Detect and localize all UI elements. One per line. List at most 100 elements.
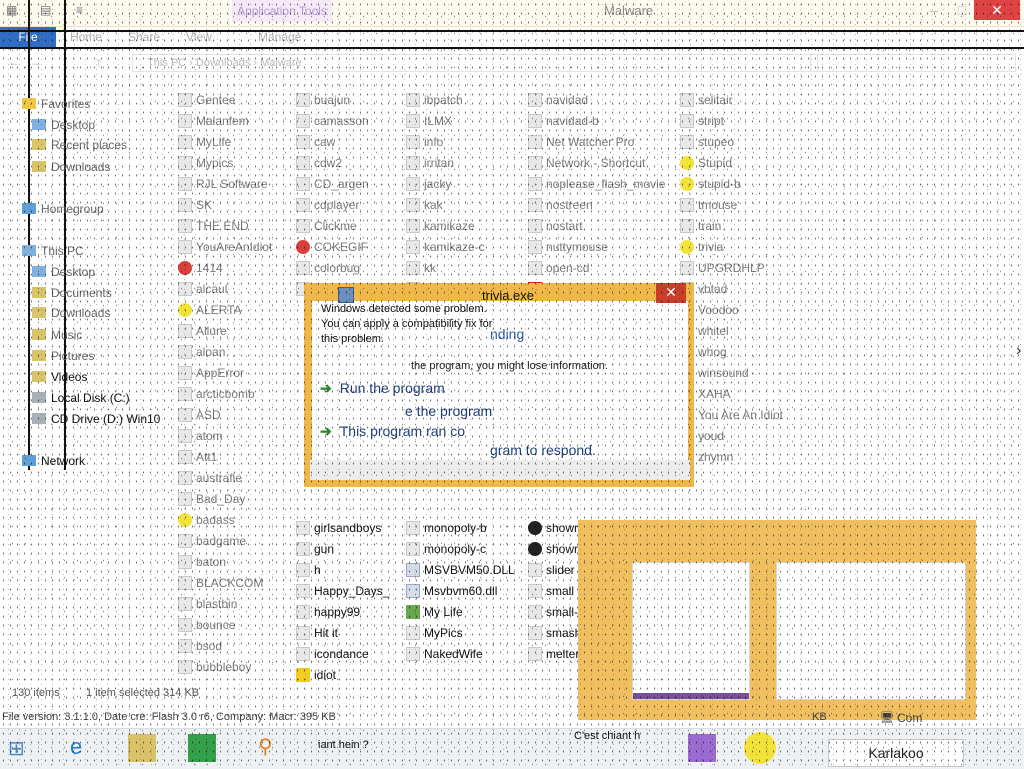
file-explorer-icon[interactable] (128, 734, 156, 762)
file-item[interactable]: cdw2 (296, 154, 342, 172)
file-item[interactable]: nostart (528, 217, 583, 235)
file-item[interactable]: arcticbomb (178, 385, 255, 403)
nav-pictures[interactable]: Pictures (32, 349, 94, 363)
file-item[interactable]: Gentee (178, 91, 235, 109)
file-item[interactable]: girlsandboys (296, 519, 381, 537)
file-item[interactable]: NakedWife (406, 645, 483, 663)
app-icon[interactable] (688, 734, 716, 762)
file-item[interactable]: nuttymouse (528, 238, 608, 256)
file-item[interactable]: happy99 (296, 603, 360, 621)
nav-pc-downloads[interactable]: Downloads (32, 306, 110, 320)
smiley-icon[interactable] (744, 732, 776, 764)
file-item[interactable]: kak (406, 196, 443, 214)
file-item[interactable]: austrafie (178, 469, 242, 487)
file-item[interactable]: Allure (178, 322, 227, 340)
file-item[interactable]: ASD (178, 406, 221, 424)
file-item[interactable]: trivia (680, 238, 723, 256)
close-button[interactable]: ✕ (974, 0, 1020, 20)
file-item[interactable]: camasson (296, 112, 369, 130)
file-item[interactable]: stupid-b (680, 175, 741, 193)
file-item[interactable]: THE END (178, 217, 249, 235)
file-item[interactable]: monopoly-b (406, 519, 487, 537)
file-item[interactable]: My Life (406, 603, 463, 621)
file-item[interactable]: bubbleboy (178, 658, 251, 676)
file-item[interactable]: Net Watcher Pro (528, 133, 634, 151)
file-item[interactable]: Clickme (296, 217, 357, 235)
file-item[interactable]: Malanfem (178, 112, 249, 130)
file-item[interactable]: SK (178, 196, 212, 214)
file-item[interactable]: COKEGIF (296, 238, 368, 256)
up-icon[interactable]: ↑ (96, 55, 102, 69)
file-item[interactable]: ibpatch (406, 91, 463, 109)
file-item[interactable]: jacky (406, 175, 451, 193)
nav-music[interactable]: Music (32, 328, 82, 342)
nav-network[interactable]: Network (22, 454, 85, 468)
nav-pc-desktop[interactable]: Desktop (32, 265, 95, 279)
file-item[interactable]: tmouse (680, 196, 737, 214)
file-item[interactable]: stupeo (680, 133, 734, 151)
file-item[interactable]: irritan (406, 154, 454, 172)
file-item[interactable]: atom (178, 427, 223, 445)
address-input[interactable]: This PC › Downloads › Malware (132, 54, 818, 72)
maximize-button[interactable]: □ (948, 0, 976, 20)
file-item[interactable]: caw (296, 133, 335, 151)
file-item[interactable]: kk (406, 259, 436, 277)
file-item[interactable]: blastbin (178, 595, 237, 613)
nav-homegroup[interactable]: Homegroup (22, 202, 104, 216)
window-thumbnail[interactable] (632, 562, 750, 700)
file-item[interactable]: Mypics (178, 154, 233, 172)
nav-this-pc[interactable]: This PC (22, 244, 84, 258)
file-item[interactable]: selitair (680, 91, 733, 109)
file-item[interactable]: smash (528, 624, 581, 642)
nav-local-disk[interactable]: Local Disk (C:) (32, 391, 130, 405)
customize-quick-access-icon[interactable]: ≡ (76, 3, 92, 19)
file-item[interactable]: monopoly-c (406, 540, 486, 558)
file-item[interactable]: badgame (178, 532, 246, 550)
file-item[interactable]: buajun (296, 91, 350, 109)
nav-downloads[interactable]: Downloads (32, 160, 110, 174)
file-item[interactable]: AppError (178, 364, 244, 382)
file-item[interactable]: nostreen (528, 196, 593, 214)
file-item[interactable]: alcaul (178, 280, 227, 298)
tab-home[interactable]: Home (70, 30, 102, 44)
file-item[interactable]: badass (178, 511, 235, 529)
nav-recent-places[interactable]: Recent places (32, 138, 127, 152)
search-app-icon[interactable]: ⚲ (258, 734, 286, 762)
file-item[interactable]: Bad_Day (178, 490, 245, 508)
file-item[interactable]: Msvbvm60.dll (406, 582, 497, 600)
file-item[interactable]: ALERTA (178, 301, 242, 319)
file-item[interactable]: slider (528, 561, 575, 579)
file-item[interactable]: Hit it (296, 624, 338, 642)
file-item[interactable]: kamikaze-c (406, 238, 485, 256)
run-program-option[interactable]: ➔ Run the program (320, 380, 680, 404)
tab-view[interactable]: View (186, 30, 212, 44)
file-item[interactable]: aloan (178, 343, 225, 361)
file-item[interactable]: showr (528, 540, 578, 558)
file-item[interactable]: UPGRDHLP (680, 259, 765, 277)
start-icon[interactable]: ⊞ (8, 736, 36, 764)
file-item[interactable]: idiot (296, 666, 336, 684)
file-item[interactable]: Att1 (178, 448, 217, 466)
file-item[interactable]: navidad (528, 91, 588, 109)
file-item[interactable]: showr (528, 519, 578, 537)
file-item[interactable]: Stupid (680, 154, 732, 172)
file-item[interactable]: ILMX (406, 112, 452, 130)
application-tools-tab[interactable]: Application Tools (232, 0, 332, 22)
file-item[interactable]: stript (680, 112, 724, 130)
file-item[interactable]: Network - Shortcut (528, 154, 645, 172)
file-item[interactable]: RJL Software (178, 175, 268, 193)
properties-icon[interactable]: ▤ (40, 3, 56, 19)
file-item[interactable]: bsod (178, 637, 222, 655)
file-item[interactable]: train (680, 217, 721, 235)
tab-share[interactable]: Share (128, 30, 160, 44)
nav-favorites[interactable]: Favorites (22, 97, 90, 111)
tab-manage[interactable]: Manage (258, 30, 301, 44)
file-item[interactable]: MyLife (178, 133, 231, 151)
file-item[interactable]: BLACKCOM (178, 574, 263, 592)
file-item[interactable]: open-cd (528, 259, 589, 277)
file-item[interactable]: icondance (296, 645, 369, 663)
file-item[interactable]: YouAreAnIdiot (178, 238, 272, 256)
file-item[interactable]: baton (178, 553, 226, 571)
nav-desktop[interactable]: Desktop (32, 118, 95, 132)
dialog-close-button[interactable]: ✕ (656, 283, 686, 303)
